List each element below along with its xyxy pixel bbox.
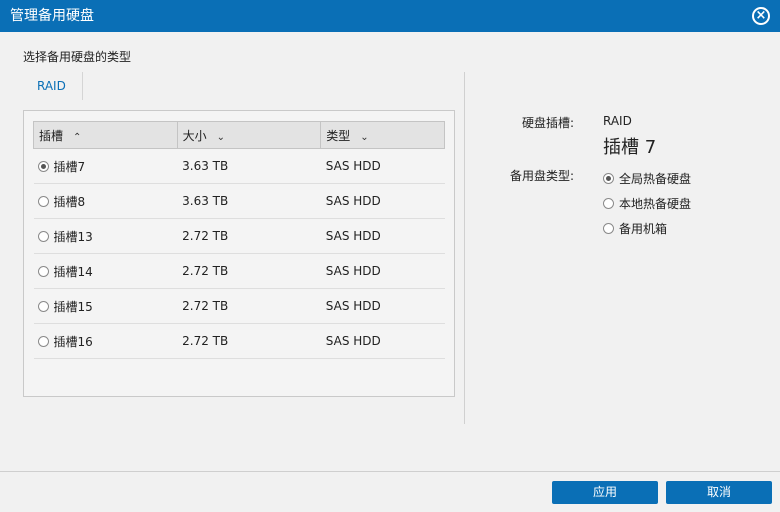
slot-radio[interactable] [37,230,49,242]
selected-slot-type: RAID [603,114,632,128]
slot-radio[interactable] [37,265,49,277]
column-header-size[interactable]: 大小 ⌄ [176,121,322,149]
slot-name: 插槽13 [53,229,93,244]
slot-type: SAS HDD [320,323,445,359]
table-row[interactable]: 插槽15 2.72 TB SAS HDD [33,288,445,324]
table-row[interactable]: 插槽16 2.72 TB SAS HDD [33,323,445,359]
tab-raid[interactable]: RAID [23,72,83,100]
slot-label: 硬盘插槽: [521,116,574,130]
option-global-hot-spare[interactable]: 全局热备硬盘 [603,170,691,187]
apply-button[interactable]: 应用 [552,481,658,504]
table-row[interactable]: 插槽7 3.63 TB SAS HDD [33,148,445,184]
title-bar: 管理备用硬盘 × [0,0,780,32]
cancel-button[interactable]: 取消 [666,481,772,504]
footer-divider [0,471,780,472]
panel-divider [464,72,465,424]
slot-radio[interactable] [37,195,49,207]
radio-spare-enclosure[interactable] [603,223,614,234]
spare-type-prompt: 选择备用硬盘的类型 [23,50,132,64]
option-local-hot-spare[interactable]: 本地热备硬盘 [603,195,691,212]
slot-size: 2.72 TB [177,218,321,254]
slot-name: 插槽14 [53,264,93,279]
slot-radio[interactable] [37,300,49,312]
slot-name: 插槽15 [53,299,93,314]
sort-asc-icon: ⌃ [73,131,82,143]
radio-local-hot-spare[interactable] [603,198,614,209]
slot-type: SAS HDD [320,183,445,219]
slot-table: 插槽 ⌃ 大小 ⌄ 类型 ⌄ 插槽7 3.63 TB SAS HDD 插槽8 3.63… [33,121,445,359]
table-row[interactable]: 插槽8 3.63 TB SAS HDD [33,183,445,219]
slot-type: SAS HDD [320,218,445,254]
column-header-slot[interactable]: 插槽 ⌃ [33,121,178,149]
spare-type-label: 备用盘类型: [509,169,574,183]
column-header-type[interactable]: 类型 ⌄ [320,121,445,149]
slot-size: 3.63 TB [177,183,321,219]
chevron-down-icon: ⌄ [360,131,369,143]
slot-type: SAS HDD [320,288,445,324]
selected-slot-name: 插槽 7 [603,137,657,158]
table-row[interactable]: 插槽13 2.72 TB SAS HDD [33,218,445,254]
option-spare-enclosure[interactable]: 备用机箱 [603,220,667,237]
slot-name: 插槽7 [53,159,86,174]
slot-size: 2.72 TB [177,253,321,289]
slot-name: 插槽16 [53,334,93,349]
chevron-down-icon: ⌄ [216,131,226,143]
slot-size: 3.63 TB [177,148,321,184]
radio-global-hot-spare[interactable] [603,173,614,184]
slot-radio[interactable] [37,160,49,172]
slot-table-container: 插槽 ⌃ 大小 ⌄ 类型 ⌄ 插槽7 3.63 TB SAS HDD 插槽8 3.63… [23,110,455,397]
slot-name: 插槽8 [53,194,86,209]
slot-type: SAS HDD [320,253,445,289]
close-icon[interactable]: × [752,7,770,25]
slot-type: SAS HDD [320,148,445,184]
slot-size: 2.72 TB [177,288,321,324]
dialog-title: 管理备用硬盘 [10,8,94,24]
slot-radio[interactable] [37,335,49,347]
table-row[interactable]: 插槽14 2.72 TB SAS HDD [33,253,445,289]
slot-size: 2.72 TB [177,323,321,359]
